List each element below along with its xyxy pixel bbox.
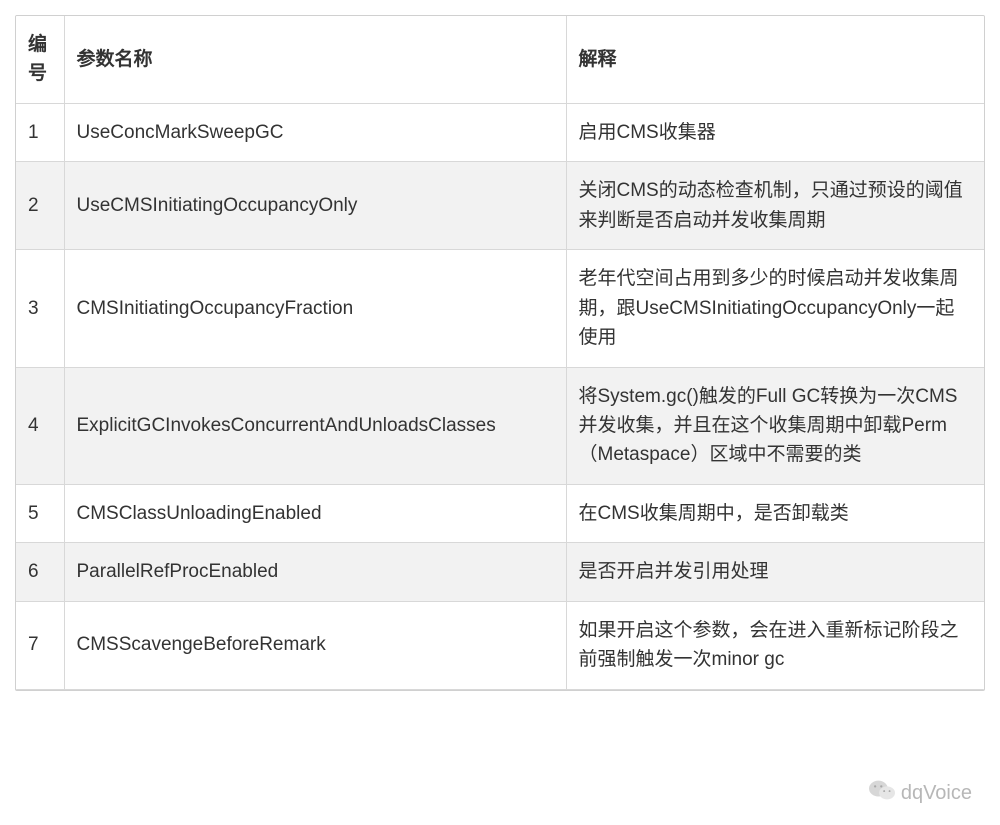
- cell-name: ParallelRefProcEnabled: [64, 543, 566, 601]
- table-row: 2 UseCMSInitiatingOccupancyOnly 关闭CMS的动态…: [16, 162, 984, 250]
- cell-desc: 如果开启这个参数，会在进入重新标记阶段之前强制触发一次minor gc: [566, 601, 984, 689]
- cell-desc: 在CMS收集周期中，是否卸载类: [566, 484, 984, 542]
- table-row: 4 ExplicitGCInvokesConcurrentAndUnloadsC…: [16, 367, 984, 484]
- cell-index: 5: [16, 484, 64, 542]
- wechat-icon: [869, 779, 895, 807]
- table-row: 7 CMSScavengeBeforeRemark 如果开启这个参数，会在进入重…: [16, 601, 984, 689]
- cell-index: 2: [16, 162, 64, 250]
- table-row: 1 UseConcMarkSweepGC 启用CMS收集器: [16, 103, 984, 161]
- table-row: 6 ParallelRefProcEnabled 是否开启并发引用处理: [16, 543, 984, 601]
- cell-desc: 是否开启并发引用处理: [566, 543, 984, 601]
- parameter-table-container: 编号 参数名称 解释 1 UseConcMarkSweepGC 启用CMS收集器…: [15, 15, 985, 691]
- cell-index: 7: [16, 601, 64, 689]
- table-row: 3 CMSInitiatingOccupancyFraction 老年代空间占用…: [16, 250, 984, 367]
- cell-name: CMSClassUnloadingEnabled: [64, 484, 566, 542]
- cell-name: UseCMSInitiatingOccupancyOnly: [64, 162, 566, 250]
- header-name: 参数名称: [64, 16, 566, 103]
- cell-desc: 关闭CMS的动态检查机制，只通过预设的阈值来判断是否启动并发收集周期: [566, 162, 984, 250]
- parameter-table: 编号 参数名称 解释 1 UseConcMarkSweepGC 启用CMS收集器…: [16, 16, 984, 690]
- header-index: 编号: [16, 16, 64, 103]
- cell-name: ExplicitGCInvokesConcurrentAndUnloadsCla…: [64, 367, 566, 484]
- header-desc: 解释: [566, 16, 984, 103]
- cell-desc: 启用CMS收集器: [566, 103, 984, 161]
- cell-name: CMSScavengeBeforeRemark: [64, 601, 566, 689]
- table-row: 5 CMSClassUnloadingEnabled 在CMS收集周期中，是否卸…: [16, 484, 984, 542]
- cell-name: CMSInitiatingOccupancyFraction: [64, 250, 566, 367]
- cell-desc: 老年代空间占用到多少的时候启动并发收集周期，跟UseCMSInitiatingO…: [566, 250, 984, 367]
- cell-index: 6: [16, 543, 64, 601]
- cell-name: UseConcMarkSweepGC: [64, 103, 566, 161]
- watermark: dqVoice: [869, 779, 972, 807]
- cell-desc: 将System.gc()触发的Full GC转换为一次CMS并发收集，并且在这个…: [566, 367, 984, 484]
- cell-index: 1: [16, 103, 64, 161]
- cell-index: 4: [16, 367, 64, 484]
- table-header-row: 编号 参数名称 解释: [16, 16, 984, 103]
- watermark-text: dqVoice: [901, 782, 972, 805]
- cell-index: 3: [16, 250, 64, 367]
